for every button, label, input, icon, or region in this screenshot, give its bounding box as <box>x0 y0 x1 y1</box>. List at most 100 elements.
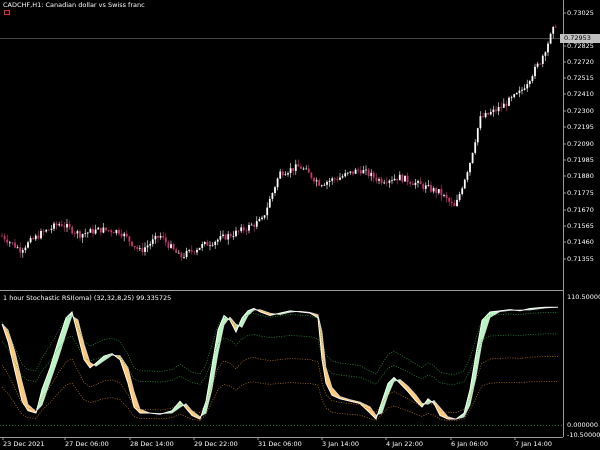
candle-body <box>219 236 222 240</box>
candle-body <box>357 169 360 171</box>
price-axis-label: 0.72195 <box>567 123 594 131</box>
candle-body <box>274 187 276 193</box>
candle-body <box>227 234 230 240</box>
candle-body <box>123 233 126 237</box>
candle-body <box>40 231 42 239</box>
oscillator-fill <box>370 406 376 420</box>
candle-body <box>164 237 167 243</box>
candle-body <box>365 169 367 171</box>
time-axis-label: 4 Jan 22:00 <box>386 440 424 448</box>
candle-body <box>258 219 261 222</box>
candle-body <box>92 229 94 234</box>
candle-body <box>73 233 76 235</box>
candle-body <box>42 231 45 232</box>
candle-body <box>549 33 552 44</box>
candle-body <box>97 227 100 230</box>
candle-body <box>250 224 253 226</box>
candle-body <box>492 109 495 113</box>
candle-body <box>354 169 357 174</box>
candle-body <box>536 63 539 67</box>
candle-body <box>188 250 191 251</box>
candle-body <box>206 241 209 246</box>
time-axis-label: 28 Dec 14:00 <box>130 440 174 448</box>
candle-body <box>224 234 227 240</box>
candle-body <box>211 244 214 246</box>
candle-body <box>417 181 419 183</box>
candle-body <box>352 171 354 174</box>
price-axis-label: 0.71355 <box>567 255 594 263</box>
candle-body <box>497 107 500 112</box>
band-line-bottom <box>1 381 558 421</box>
candle-body <box>157 235 159 238</box>
candle-body <box>445 195 448 199</box>
candle-body <box>487 112 490 115</box>
candle-body <box>450 201 453 204</box>
candle-body <box>422 184 425 189</box>
candle-body <box>518 90 521 93</box>
candle-body <box>27 242 29 248</box>
candle-body <box>409 182 412 184</box>
candle-body <box>198 247 201 250</box>
candle-body <box>222 234 224 236</box>
candle-body <box>479 116 482 129</box>
candle-body <box>125 233 128 237</box>
candle-body <box>235 230 237 237</box>
candle-body <box>432 188 435 192</box>
candle-body <box>385 182 388 184</box>
candle-body <box>380 179 383 183</box>
candle-body <box>547 43 549 53</box>
candle-body <box>323 184 326 186</box>
candle-body <box>162 236 165 238</box>
candle-body <box>131 241 133 246</box>
candle-body <box>489 112 492 115</box>
candle-body <box>159 236 162 238</box>
candle-body <box>391 180 393 182</box>
candle-body <box>94 229 97 234</box>
candle-body <box>523 88 526 90</box>
candle-body <box>99 227 102 233</box>
candle-body <box>253 224 256 227</box>
candle-body <box>515 93 518 95</box>
candle-body <box>229 234 232 237</box>
candle-body <box>430 185 432 192</box>
candle-body <box>151 239 154 244</box>
chart-window[interactable]: CADCHF,H1: Canadian dollar vs Swiss fran… <box>0 0 600 450</box>
candle-body <box>411 183 414 185</box>
candle-body <box>193 251 196 253</box>
candle-body <box>81 234 84 238</box>
time-axis-label: 27 Dec 06:00 <box>65 440 109 448</box>
candle-body <box>333 178 336 180</box>
time-axis-label: 3 Jan 14:00 <box>322 440 360 448</box>
candle-body <box>502 103 505 108</box>
candle-body <box>458 194 461 200</box>
candle-body <box>128 236 131 242</box>
candle-body <box>55 223 58 226</box>
candle-body <box>209 245 211 247</box>
candle-body <box>528 81 531 85</box>
candle-body <box>112 232 115 234</box>
candle-body <box>294 164 297 171</box>
candle-body <box>552 26 555 34</box>
chart-canvas[interactable] <box>0 0 600 450</box>
candle-body <box>388 180 391 183</box>
candle-body <box>453 203 456 207</box>
candle-body <box>86 232 89 234</box>
candle-body <box>370 172 373 177</box>
candle-body <box>6 239 9 243</box>
candle-body <box>539 63 542 65</box>
indicator-title: 1 hour Stochastic RSI(oma) (32,32,8,25) … <box>3 294 172 302</box>
candle-body <box>401 174 404 182</box>
candle-body <box>107 230 110 231</box>
candle-body <box>393 178 396 181</box>
candle-body <box>440 189 443 196</box>
candle-body <box>406 175 409 182</box>
candle-body <box>190 250 193 252</box>
candle-body <box>500 107 503 108</box>
candle-body <box>367 169 370 177</box>
candle-body <box>14 242 16 248</box>
candle-body <box>307 168 310 173</box>
oscillator-line <box>1 306 558 420</box>
candle-body <box>469 163 471 173</box>
candle-body <box>118 230 120 234</box>
candle-body <box>320 185 323 187</box>
